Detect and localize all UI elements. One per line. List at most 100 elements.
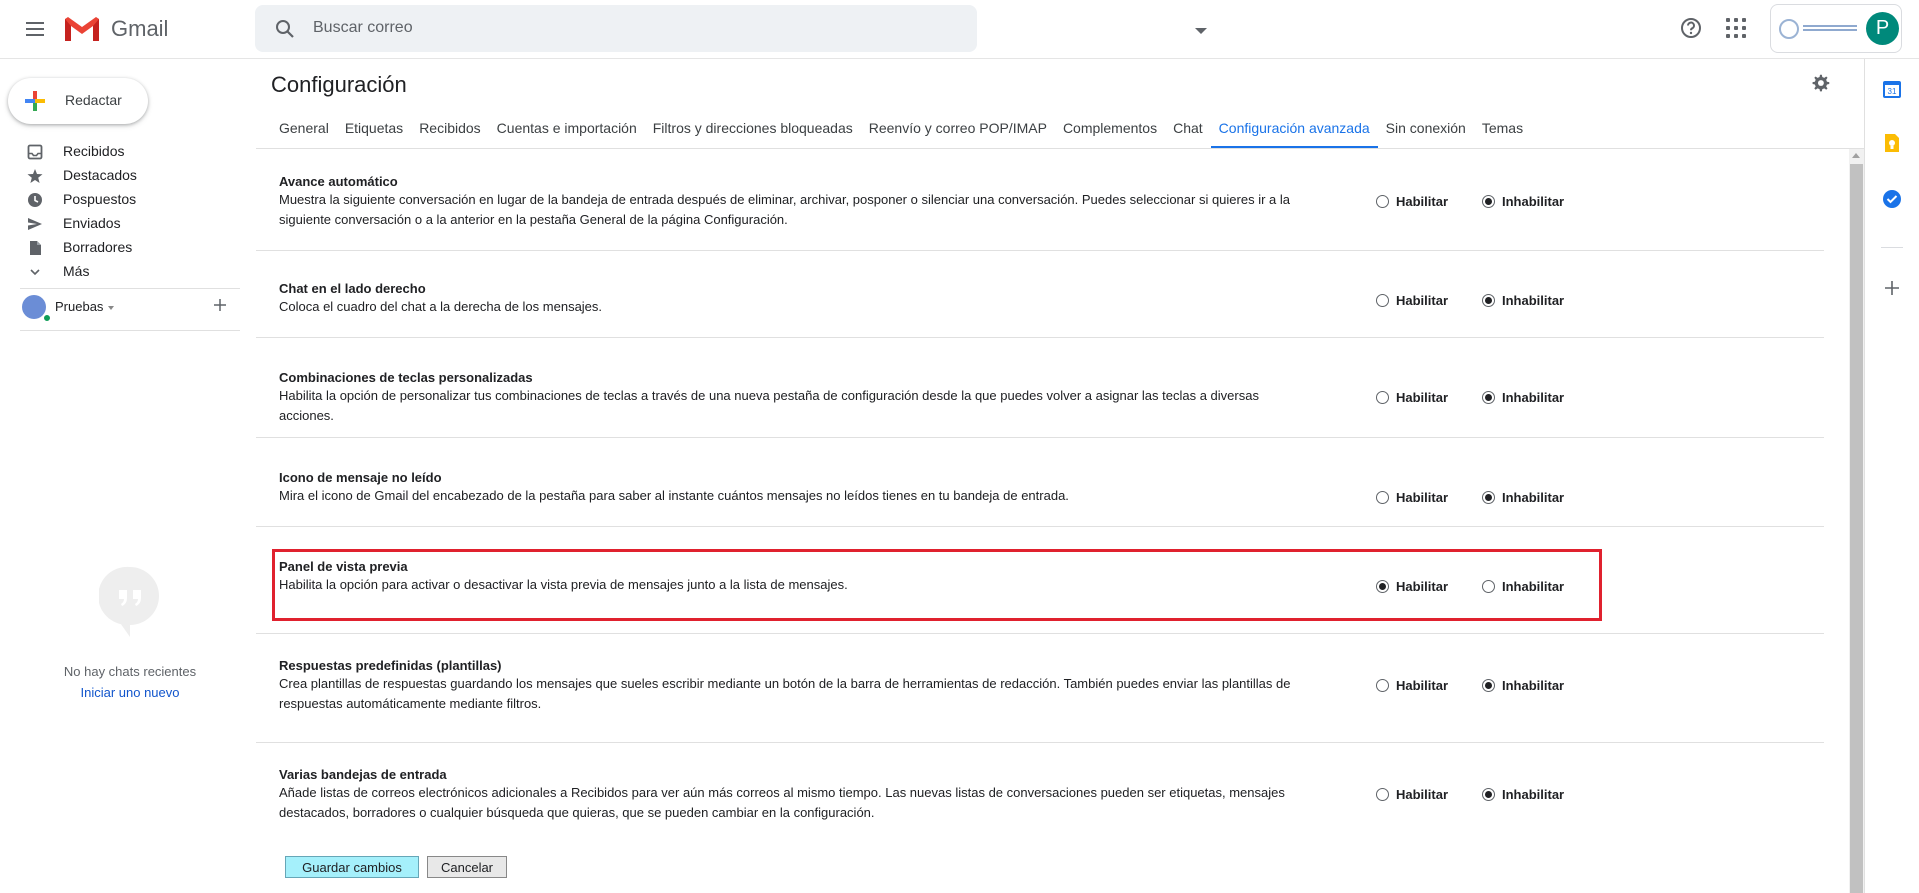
disable-radio-auto-advance[interactable]: Inhabilitar [1482, 194, 1564, 209]
enable-radio-right-side-chat[interactable]: Habilitar [1376, 293, 1448, 308]
tab-labels[interactable]: Etiquetas [337, 113, 411, 149]
tab-general[interactable]: General [271, 113, 337, 149]
compose-label: Redactar [65, 92, 122, 108]
setting-title: Respuestas predefinidas (plantillas) [279, 658, 502, 673]
disable-label: Inhabilitar [1502, 787, 1565, 802]
tasks-icon[interactable] [1882, 189, 1902, 209]
enable-radio-templates[interactable]: Habilitar [1376, 678, 1448, 693]
tab-forwarding-pop-imap[interactable]: Reenvío y correo POP/IMAP [861, 113, 1055, 149]
disable-label: Inhabilitar [1502, 390, 1565, 405]
setting-description: Habilita la opción para activar o desact… [279, 577, 848, 592]
save-changes-button[interactable]: Guardar cambios [285, 856, 419, 878]
search-bar[interactable] [255, 5, 1207, 52]
hangouts-user[interactable]: Pruebas [22, 295, 242, 323]
tab-themes[interactable]: Temas [1474, 113, 1531, 149]
enable-radio-auto-advance[interactable]: Habilitar [1376, 194, 1448, 209]
radio-button[interactable] [1376, 679, 1389, 692]
keep-icon[interactable] [1882, 133, 1902, 153]
scrollbar-thumb[interactable] [1850, 164, 1863, 893]
radio-button[interactable] [1482, 679, 1495, 692]
add-icon[interactable] [212, 297, 228, 313]
setting-description: Muestra la siguiente conversación en lug… [279, 192, 1290, 227]
sidebar-item-label: Destacados [63, 167, 137, 183]
tab-chat[interactable]: Chat [1165, 113, 1211, 149]
radio-button[interactable] [1482, 294, 1495, 307]
radio-button[interactable] [1376, 580, 1389, 593]
inbox-icon [27, 144, 43, 160]
setting-description: Mira el icono de Gmail del encabezado de… [279, 488, 1069, 503]
radio-button[interactable] [1482, 580, 1495, 593]
disable-radio-custom-shortcuts[interactable]: Inhabilitar [1482, 390, 1564, 405]
draft-icon [30, 241, 41, 255]
settings-tabs: General Etiquetas Recibidos Cuentas e im… [271, 113, 1531, 149]
tab-filters-blocked[interactable]: Filtros y direcciones bloqueadas [645, 113, 861, 149]
enable-label: Habilitar [1396, 293, 1449, 308]
tab-advanced[interactable]: Configuración avanzada [1210, 113, 1378, 149]
search-icon[interactable] [273, 17, 297, 41]
sidebar-item-more[interactable]: Más [0, 260, 240, 284]
setting-title: Avance automático [279, 174, 398, 189]
chevron-down-icon[interactable] [108, 306, 114, 310]
disable-radio-preview-pane[interactable]: Inhabilitar [1482, 579, 1564, 594]
tab-inbox[interactable]: Recibidos [411, 113, 488, 149]
clock-icon [28, 193, 42, 207]
sidebar-item-snoozed[interactable]: Pospuestos [0, 188, 240, 212]
gear-icon[interactable] [1809, 72, 1831, 94]
radio-button[interactable] [1482, 391, 1495, 404]
sidebar-item-starred[interactable]: Destacados [0, 164, 240, 188]
sidebar-item-inbox[interactable]: Recibidos [0, 140, 240, 164]
disable-radio-templates[interactable]: Inhabilitar [1482, 678, 1564, 693]
disable-radio-multiple-inboxes[interactable]: Inhabilitar [1482, 787, 1564, 802]
side-panel: 31 [1864, 59, 1919, 893]
radio-button[interactable] [1376, 391, 1389, 404]
tab-accounts-import[interactable]: Cuentas e importación [489, 113, 645, 149]
compose-button[interactable]: Redactar [8, 78, 148, 124]
sidebar-item-sent[interactable]: Enviados [0, 212, 240, 236]
start-chat-link[interactable]: Iniciar uno nuevo [0, 685, 260, 700]
search-input[interactable] [313, 13, 913, 43]
divider [1881, 247, 1903, 248]
account-switcher[interactable]: P [1770, 4, 1902, 53]
disable-label: Inhabilitar [1502, 678, 1565, 693]
setting-row-unread-icon: Icono de mensaje no leído Mira el icono … [256, 438, 1824, 526]
divider [20, 330, 240, 331]
tab-offline[interactable]: Sin conexión [1378, 113, 1474, 149]
chevron-down-icon [30, 269, 40, 276]
apps-grid-icon[interactable] [1725, 17, 1747, 39]
setting-row-preview-pane: Panel de vista previa Habilita la opción… [256, 527, 1824, 627]
svg-text:31: 31 [1888, 87, 1897, 96]
scrollbar[interactable] [1849, 149, 1864, 893]
radio-button[interactable] [1376, 491, 1389, 504]
cancel-button[interactable]: Cancelar [427, 856, 507, 878]
compose-plus-icon [25, 91, 45, 111]
setting-title: Varias bandejas de entrada [279, 767, 447, 782]
chat-bubble-icon [98, 566, 160, 637]
radio-button[interactable] [1376, 788, 1389, 801]
radio-button[interactable] [1482, 788, 1495, 801]
radio-button[interactable] [1376, 195, 1389, 208]
enable-radio-custom-shortcuts[interactable]: Habilitar [1376, 390, 1448, 405]
enable-radio-preview-pane[interactable]: Habilitar [1376, 579, 1448, 594]
sidebar-item-drafts[interactable]: Borradores [0, 236, 240, 260]
avatar[interactable]: P [1866, 12, 1899, 45]
send-icon [28, 218, 42, 230]
sidebar-item-label: Más [63, 263, 90, 279]
enable-radio-unread-icon[interactable]: Habilitar [1376, 490, 1448, 505]
search-options-icon[interactable] [1195, 28, 1207, 34]
calendar-icon[interactable]: 31 [1882, 79, 1902, 99]
enable-radio-multiple-inboxes[interactable]: Habilitar [1376, 787, 1448, 802]
sidebar-item-label: Borradores [63, 239, 133, 255]
disable-radio-right-side-chat[interactable]: Inhabilitar [1482, 293, 1564, 308]
gmail-logo[interactable]: Gmail [63, 13, 168, 45]
radio-button[interactable] [1376, 294, 1389, 307]
radio-button[interactable] [1482, 491, 1495, 504]
radio-button[interactable] [1482, 195, 1495, 208]
star-icon [27, 169, 43, 183]
scroll-up-arrow-icon[interactable] [1852, 153, 1860, 158]
add-icon[interactable] [1882, 278, 1902, 298]
help-icon[interactable] [1678, 15, 1704, 41]
disable-radio-unread-icon[interactable]: Inhabilitar [1482, 490, 1564, 505]
setting-description: Crea plantillas de respuestas guardando … [279, 676, 1291, 711]
tab-add-ons[interactable]: Complementos [1055, 113, 1165, 149]
main-menu-button[interactable] [20, 14, 50, 44]
